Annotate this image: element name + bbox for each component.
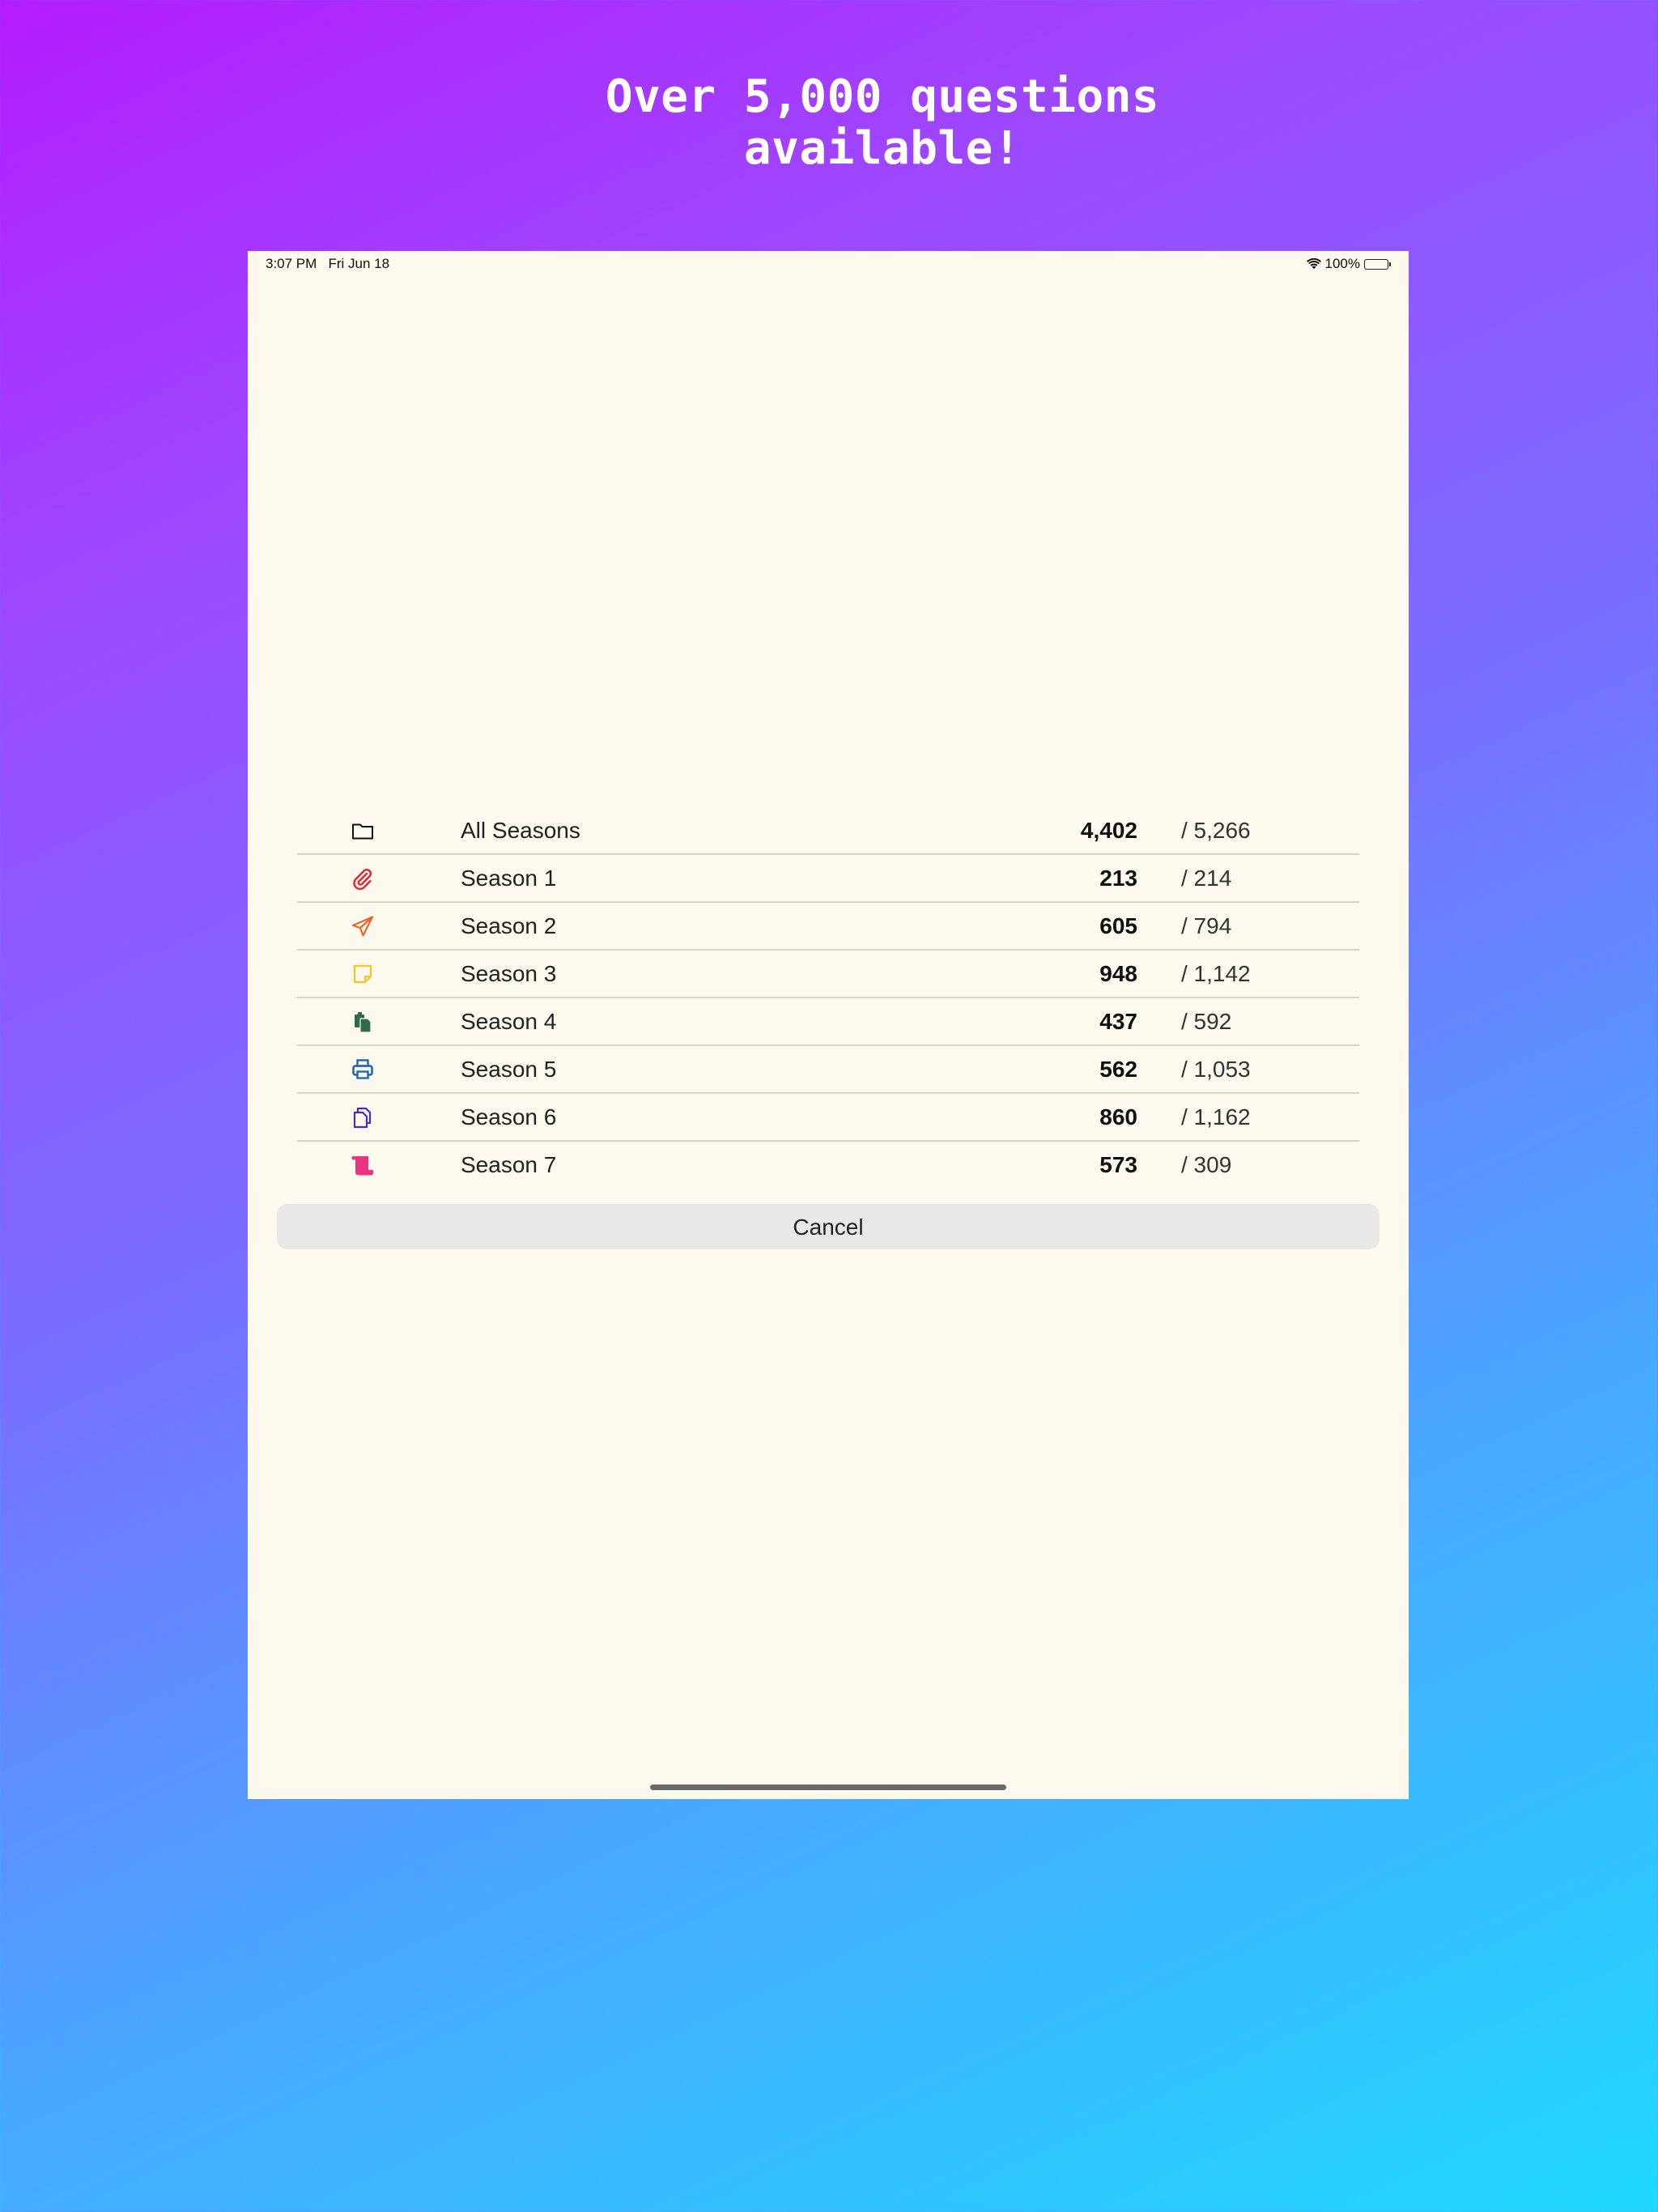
- status-bar: 3:07 PM Fri Jun 18 100%: [248, 251, 1409, 279]
- season-answered-count: 605: [1099, 913, 1137, 938]
- season-total-count: / 1,142: [1181, 961, 1251, 986]
- status-indicators: 100%: [1306, 256, 1391, 272]
- season-row-all[interactable]: All Seasons 4,402 / 5,266: [297, 807, 1359, 855]
- season-total-count: / 5,266: [1181, 818, 1251, 843]
- season-row-1[interactable]: Season 1 213 / 214: [297, 855, 1359, 903]
- season-row-3[interactable]: Season 3 948 / 1,142: [297, 951, 1359, 998]
- season-total-count: / 214: [1181, 866, 1232, 891]
- season-total-count: / 309: [1181, 1152, 1232, 1177]
- device-screen: 3:07 PM Fri Jun 18 100% All Seasons 4,40…: [248, 251, 1409, 1799]
- clipboard-documents-icon: [351, 1010, 375, 1034]
- season-total-count: / 1,162: [1181, 1104, 1251, 1129]
- folder-icon: [351, 819, 375, 843]
- paper-plane-icon: [351, 914, 375, 938]
- sticky-note-icon: [351, 962, 375, 986]
- status-time-date: 3:07 PM Fri Jun 18: [266, 256, 389, 272]
- season-label: Season 7: [461, 1152, 557, 1177]
- season-label: Season 2: [461, 913, 557, 938]
- scroll-icon: [351, 1153, 375, 1177]
- season-answered-count: 4,402: [1080, 818, 1137, 843]
- season-label: Season 5: [461, 1057, 557, 1082]
- season-total-count: / 592: [1181, 1009, 1232, 1034]
- battery-percentage: 100%: [1324, 256, 1360, 271]
- season-row-4[interactable]: Season 4 437 / 592: [297, 998, 1359, 1046]
- promo-headline: Over 5,000 questions available!: [0, 71, 1658, 175]
- season-answered-count: 860: [1099, 1104, 1137, 1129]
- season-row-6[interactable]: Season 6 860 / 1,162: [297, 1094, 1359, 1142]
- season-answered-count: 573: [1099, 1152, 1137, 1177]
- season-row-5[interactable]: Season 5 562 / 1,053: [297, 1046, 1359, 1094]
- copy-documents-icon: [351, 1105, 375, 1129]
- season-row-2[interactable]: Season 2 605 / 794: [297, 903, 1359, 951]
- wifi-icon: [1306, 258, 1321, 270]
- promo-headline-line-1: Over 5,000 questions: [605, 70, 1160, 123]
- season-answered-count: 437: [1099, 1009, 1137, 1034]
- season-total-count: / 1,053: [1181, 1057, 1251, 1082]
- status-date: Fri Jun 18: [328, 256, 390, 271]
- season-label: Season 6: [461, 1104, 557, 1129]
- cancel-button[interactable]: Cancel: [277, 1204, 1380, 1249]
- season-label: Season 3: [461, 961, 557, 986]
- season-list: All Seasons 4,402 / 5,266 Season 1 213 /…: [297, 807, 1359, 1188]
- season-label: Season 4: [461, 1009, 557, 1034]
- season-label: Season 1: [461, 866, 557, 891]
- season-row-7[interactable]: Season 7 573 / 309: [297, 1142, 1359, 1188]
- status-time: 3:07 PM: [266, 256, 317, 271]
- printer-icon: [351, 1057, 375, 1082]
- battery-icon: [1364, 258, 1391, 270]
- season-answered-count: 562: [1099, 1057, 1137, 1082]
- home-indicator[interactable]: [650, 1784, 1006, 1790]
- season-answered-count: 948: [1099, 961, 1137, 986]
- season-total-count: / 794: [1181, 913, 1232, 938]
- season-answered-count: 213: [1099, 866, 1137, 891]
- promo-headline-line-2: available!: [743, 122, 1022, 175]
- paperclip-icon: [351, 866, 375, 891]
- season-label: All Seasons: [461, 818, 580, 843]
